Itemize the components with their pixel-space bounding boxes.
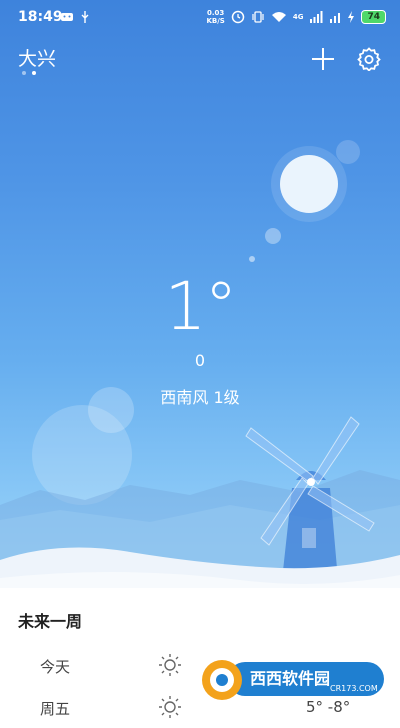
signal-label: 4G [292, 13, 304, 21]
forecast-title: 未来一周 [18, 612, 83, 631]
android-icon [61, 13, 73, 21]
usb-icon [81, 11, 89, 23]
current-condition: 0 [194, 351, 206, 370]
small-orb [265, 228, 281, 244]
charging-icon [348, 11, 355, 23]
wifi-icon [271, 12, 286, 22]
page-indicator [22, 71, 36, 75]
city-name[interactable]: 大兴 [18, 44, 56, 71]
watermark-text: 西西软件园 [250, 669, 330, 688]
vibrate-icon [252, 11, 264, 23]
gear-icon [357, 47, 381, 71]
small-orb [336, 140, 360, 164]
plus-icon [312, 48, 334, 70]
forecast-day: 今天 [40, 658, 71, 676]
sun-icon [159, 696, 181, 718]
forecast-row[interactable]: 周五 5° -8° [0, 696, 400, 728]
page-dot [22, 71, 26, 75]
network-speed: 0.03 KB/S [206, 9, 225, 25]
alarm-icon [231, 10, 245, 24]
watermark-url: CR173.COM [330, 684, 378, 693]
settings-button[interactable] [357, 47, 381, 71]
sun-icon [159, 654, 181, 676]
add-city-button[interactable] [310, 46, 336, 72]
cell-signal-icon [330, 13, 341, 23]
status-time: 18:49 [18, 9, 63, 25]
battery-indicator: 74 [361, 10, 386, 24]
site-watermark: 西西软件园 CR173.COM [202, 660, 384, 700]
moon [280, 155, 338, 213]
small-orb [249, 256, 255, 262]
page-dot-active [32, 71, 36, 75]
current-temperature: 1° [164, 268, 238, 345]
forecast-day: 周五 [40, 700, 71, 718]
cell-signal-icon [310, 11, 323, 23]
status-bar: 18:49 0.03 KB/S 4G 74 [0, 0, 400, 36]
wind-info: 西南风 1级 [160, 388, 240, 407]
